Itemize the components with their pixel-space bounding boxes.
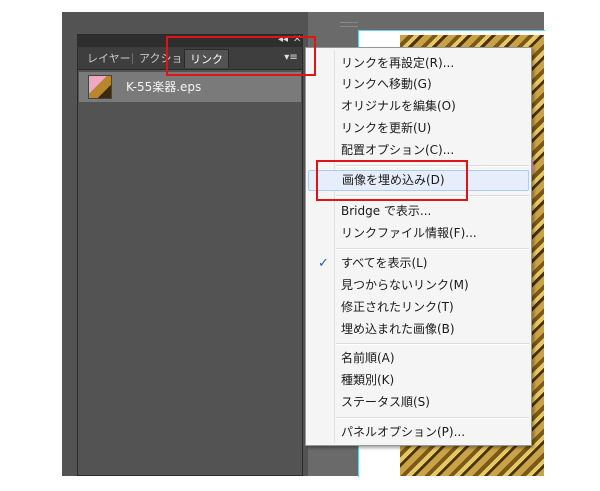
menu-item-show-missing[interactable]: 見つからないリンク(M) bbox=[308, 275, 529, 296]
image-thumbnail-icon bbox=[88, 75, 112, 99]
links-panel: ◂◂ ✕ レイヤー アクション リンク ▾≡ K-55楽器.eps bbox=[77, 34, 303, 476]
ruler-guide bbox=[340, 26, 358, 27]
menu-item-sort-by-kind[interactable]: 種類別(K) bbox=[308, 370, 529, 391]
menu-item-show-embedded[interactable]: 埋め込まれた画像(B) bbox=[308, 319, 529, 340]
checkmark-icon: ✓ bbox=[318, 256, 329, 271]
tab-divider bbox=[132, 53, 133, 64]
menu-item-show-modified[interactable]: 修正されたリンク(T) bbox=[308, 297, 529, 318]
menu-item-go-to-link[interactable]: リンクへ移動(G) bbox=[308, 74, 529, 95]
ruler-guide bbox=[340, 22, 358, 23]
highlight-box-embed-item bbox=[316, 160, 468, 201]
menu-item-link-file-info[interactable]: リンクファイル情報(F)... bbox=[308, 223, 529, 244]
menu-item-relink[interactable]: リンクを再設定(R)... bbox=[308, 53, 529, 74]
menu-item-sort-by-name[interactable]: 名前順(A) bbox=[308, 348, 529, 369]
menu-item-sort-by-status[interactable]: ステータス順(S) bbox=[308, 392, 529, 413]
menu-item-label: すべてを表示(L) bbox=[341, 256, 428, 270]
menu-item-edit-original[interactable]: オリジナルを編集(O) bbox=[308, 96, 529, 117]
highlight-box-links-tab bbox=[166, 36, 316, 76]
menu-separator bbox=[336, 343, 529, 345]
menu-item-panel-options[interactable]: パネルオプション(P)... bbox=[308, 422, 529, 443]
link-list-item[interactable]: K-55楽器.eps bbox=[79, 72, 301, 102]
menu-separator bbox=[336, 417, 529, 419]
link-file-name: K-55楽器.eps bbox=[126, 80, 202, 94]
menu-item-placement-options[interactable]: 配置オプション(C)... bbox=[308, 140, 529, 161]
tab-layers[interactable]: レイヤー bbox=[82, 49, 136, 68]
menu-item-reveal-in-bridge[interactable]: Bridge で表示... bbox=[308, 201, 529, 222]
menu-item-show-all[interactable]: ✓ すべてを表示(L) bbox=[308, 253, 529, 274]
panel-context-menu: リンクを再設定(R)... リンクへ移動(G) オリジナルを編集(O) リンクを… bbox=[305, 47, 532, 446]
menu-item-update-link[interactable]: リンクを更新(U) bbox=[308, 118, 529, 139]
menu-separator bbox=[336, 248, 529, 250]
